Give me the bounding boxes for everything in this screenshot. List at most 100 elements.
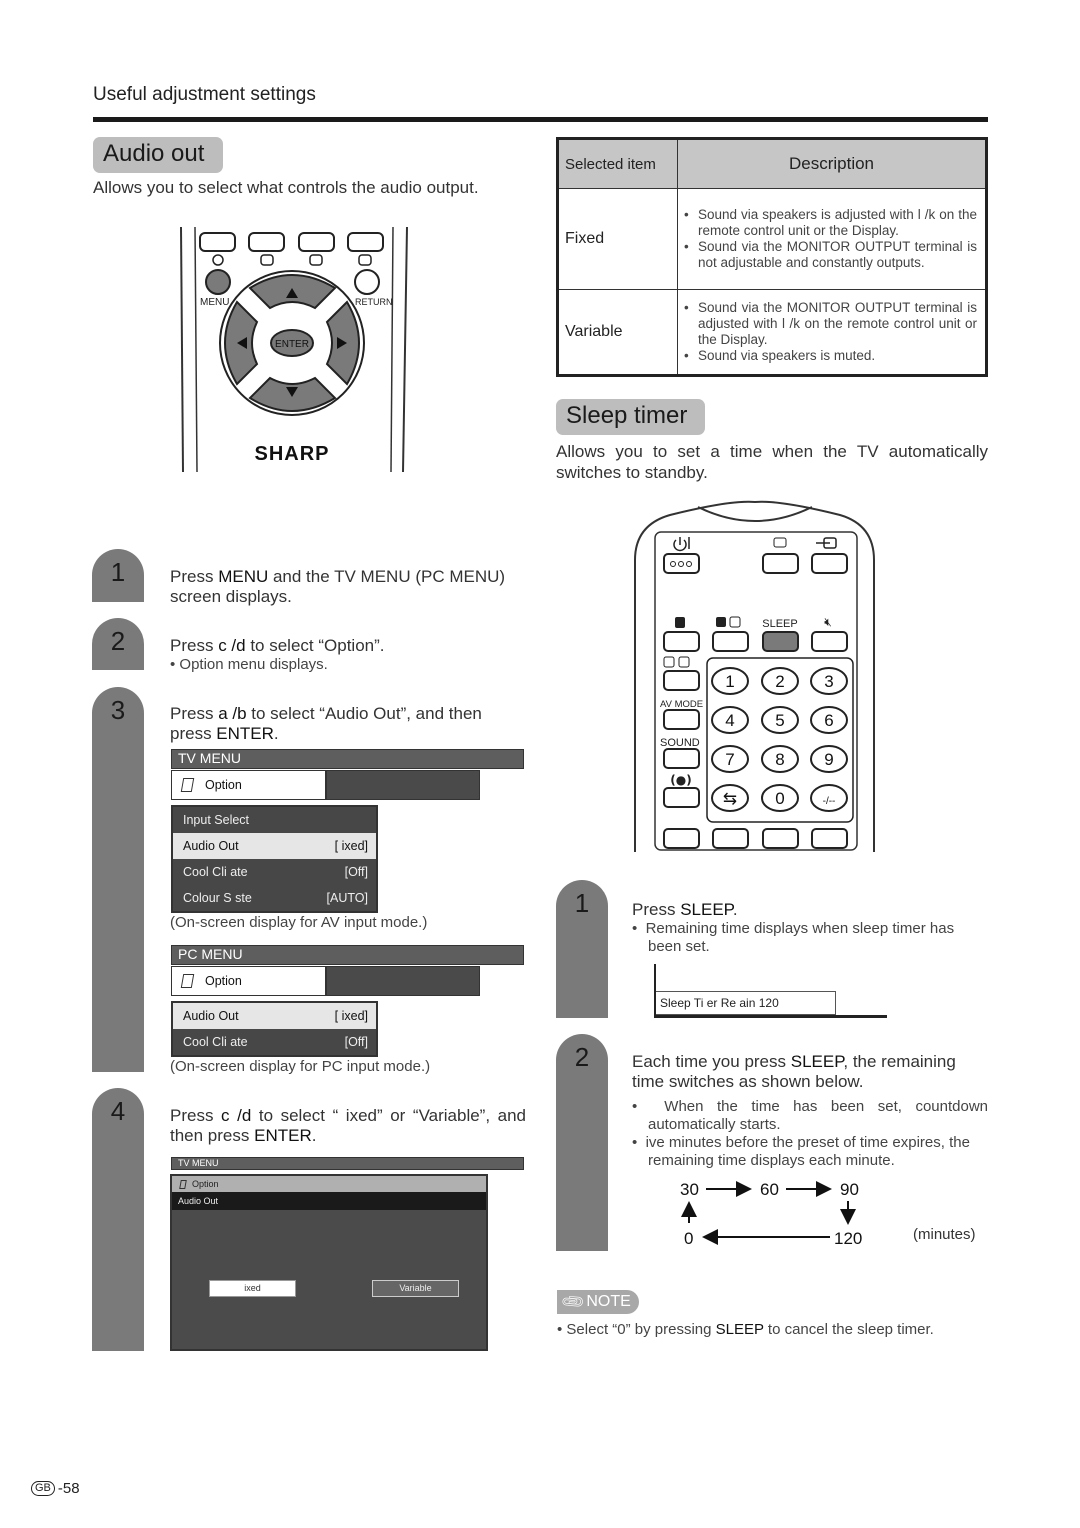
bottom-button-2[interactable] xyxy=(712,828,749,849)
sleep-step-2-tab: 2 xyxy=(556,1034,608,1251)
menu-item-cool-climate[interactable]: Cool Cli ate [Off] xyxy=(173,859,376,885)
step-2-bullet: • Option menu displays. xyxy=(170,656,328,673)
audio-out-menu-subtitle: Audio Out xyxy=(172,1192,486,1210)
flashback-icon: ⇆ xyxy=(723,789,737,808)
audio-out-menu-option-bar: Option xyxy=(172,1176,486,1192)
table-cell-item: Variable xyxy=(557,289,678,376)
sleep-timer-title: Sleep timer xyxy=(556,399,705,435)
tv-menu-caption: (On-screen display for AV input mode.) xyxy=(170,914,428,931)
step-4-tab: 4 xyxy=(92,1088,144,1351)
table-row: Variable Sound via the MONITOR OUTPUT te… xyxy=(557,289,987,376)
teletext-icons xyxy=(212,254,372,266)
av-mode-button[interactable] xyxy=(663,709,700,730)
cycle-value-120: 120 xyxy=(834,1229,862,1248)
bottom-button-3[interactable] xyxy=(762,828,799,849)
picture-button[interactable] xyxy=(663,631,700,652)
reveal-icon xyxy=(260,254,274,266)
digit-label: 9 xyxy=(824,750,833,769)
fixed-option-button[interactable]: ixed xyxy=(209,1280,296,1297)
sleep-remote-illustration: SLEEP 🔇︎ AV MODE SOUND (●) 1 2 3 4 5 6 7 8 9 ⇆ 0 -/… xyxy=(634,500,875,852)
picture-flip-icon xyxy=(675,617,685,628)
audio-out-description: Allows you to select what controls the a… xyxy=(93,178,479,197)
color-button-1[interactable] xyxy=(199,232,236,252)
table-cell-description: Sound via the MONITOR OUTPUT terminal is… xyxy=(677,289,987,376)
digit-label: 3 xyxy=(824,672,833,691)
color-button-4[interactable] xyxy=(347,232,384,252)
sleep-button[interactable] xyxy=(762,631,799,652)
option-icon xyxy=(179,1179,187,1189)
pc-menu-option-tab[interactable]: Option xyxy=(171,966,326,996)
note-badge: 📎︎ NOTE xyxy=(557,1289,639,1315)
audio-out-title: Audio out xyxy=(93,137,223,173)
sleep-step-1-bullet: • Remaining time displays when sleep tim… xyxy=(632,920,955,955)
audio-out-table: Selected item Description Fixed Sound vi… xyxy=(556,137,988,377)
page-number: -58 xyxy=(57,1480,80,1497)
pc-menu-title: PC MENU xyxy=(171,945,524,965)
wide-button[interactable] xyxy=(663,670,700,691)
menu-item-input-select[interactable]: Input Select xyxy=(173,807,376,833)
cycle-value-0: 0 xyxy=(684,1229,693,1248)
color-buttons xyxy=(199,232,384,252)
menu-item-cool-climate[interactable]: Cool Cli ate [Off] xyxy=(173,1029,376,1055)
sleep-step-1-text: Press SLEEP. xyxy=(632,900,738,919)
step-4-text: Press c /d to select “ ixed” or “Variabl… xyxy=(170,1106,526,1145)
digit-label: 5 xyxy=(775,711,784,730)
menu-button[interactable] xyxy=(205,269,231,295)
sharp-logo: SHARP xyxy=(254,443,329,465)
cycle-value-90: 90 xyxy=(840,1180,859,1199)
cycle-unit: (minutes) xyxy=(913,1226,976,1243)
digit-label: -/-- xyxy=(823,796,836,807)
page-footer: GB -58 xyxy=(31,1480,80,1497)
region-badge: GB xyxy=(31,1481,55,1496)
sleep-step-2-bullet-2: • ive minutes before the preset of time … xyxy=(632,1134,970,1169)
hold-icon xyxy=(212,254,224,266)
step-1-tab: 1 xyxy=(92,549,144,602)
variable-option-button[interactable]: Variable xyxy=(372,1280,459,1297)
sleep-timer-description: Allows you to set a time when the TV aut… xyxy=(556,442,988,482)
surround-icon: (●) xyxy=(670,773,691,787)
audio-out-menu-panel: Option Audio Out ixed Variable xyxy=(170,1174,488,1351)
sound-label: SOUND xyxy=(660,737,700,749)
digit-label: 4 xyxy=(725,711,734,730)
input-button[interactable] xyxy=(811,553,848,574)
tv-menu-title: TV MENU xyxy=(171,749,524,769)
menu-label: MENU xyxy=(200,297,229,308)
sleep-osd-frame: Sleep Ti er Re ain 120 xyxy=(654,964,887,1018)
digit-label: 8 xyxy=(775,750,784,769)
av-mode-label: AV MODE xyxy=(660,699,703,710)
remote-control-illustration: MENU RETURN ENTER SHARP xyxy=(180,226,408,473)
menu-item-audio-out[interactable]: Audio Out[ ixed] xyxy=(173,833,376,859)
surround-button[interactable] xyxy=(663,787,700,808)
step-3-tab: 3 xyxy=(92,687,144,1072)
sleep-step-1-tab: 1 xyxy=(556,880,608,1018)
pc-menu-list: Audio Out[ ixed] Cool Cli ate [Off] xyxy=(171,1001,378,1057)
menu-item-audio-out[interactable]: Audio Out[ ixed] xyxy=(173,1003,376,1029)
table-cell-description: Sound via speakers is adjusted with l /k… xyxy=(677,188,987,290)
color-button-3[interactable] xyxy=(298,232,335,252)
freeze-button[interactable] xyxy=(712,631,749,652)
mute-button[interactable] xyxy=(811,631,848,652)
option-icon xyxy=(180,974,195,988)
digit-label: 1 xyxy=(725,672,734,691)
digit-label: 6 xyxy=(824,711,833,730)
sleep-cycle-diagram: 30 60 90 120 0 (minutes) xyxy=(680,1180,976,1248)
table-header-item: Selected item xyxy=(557,138,678,189)
digit-label: 2 xyxy=(775,672,784,691)
return-button[interactable] xyxy=(354,269,380,295)
step-2-tab: 2 xyxy=(92,618,144,670)
color-button-2[interactable] xyxy=(248,232,285,252)
bottom-button-1[interactable] xyxy=(663,828,700,849)
subpage-icon xyxy=(309,254,323,266)
bottom-button-4[interactable] xyxy=(811,828,848,849)
enter-label: ENTER xyxy=(275,339,309,350)
teletext-icon xyxy=(358,254,372,266)
pc-menu-caption: (On-screen display for PC input mode.) xyxy=(170,1058,431,1075)
sound-button[interactable] xyxy=(663,748,700,769)
tv-menu-option-tab[interactable]: Option xyxy=(171,770,326,800)
note-text: • Select “0” by pressing SLEEP to cancel… xyxy=(557,1321,934,1338)
step-1-text: Press MENU and the TV MENU (PC MENU) scr… xyxy=(170,567,506,606)
power-button[interactable] xyxy=(663,553,700,574)
menu-item-colour-system[interactable]: Colour S ste [AUTO] xyxy=(173,885,376,911)
display-button[interactable] xyxy=(762,553,799,574)
table-cell-item: Fixed xyxy=(557,188,678,290)
